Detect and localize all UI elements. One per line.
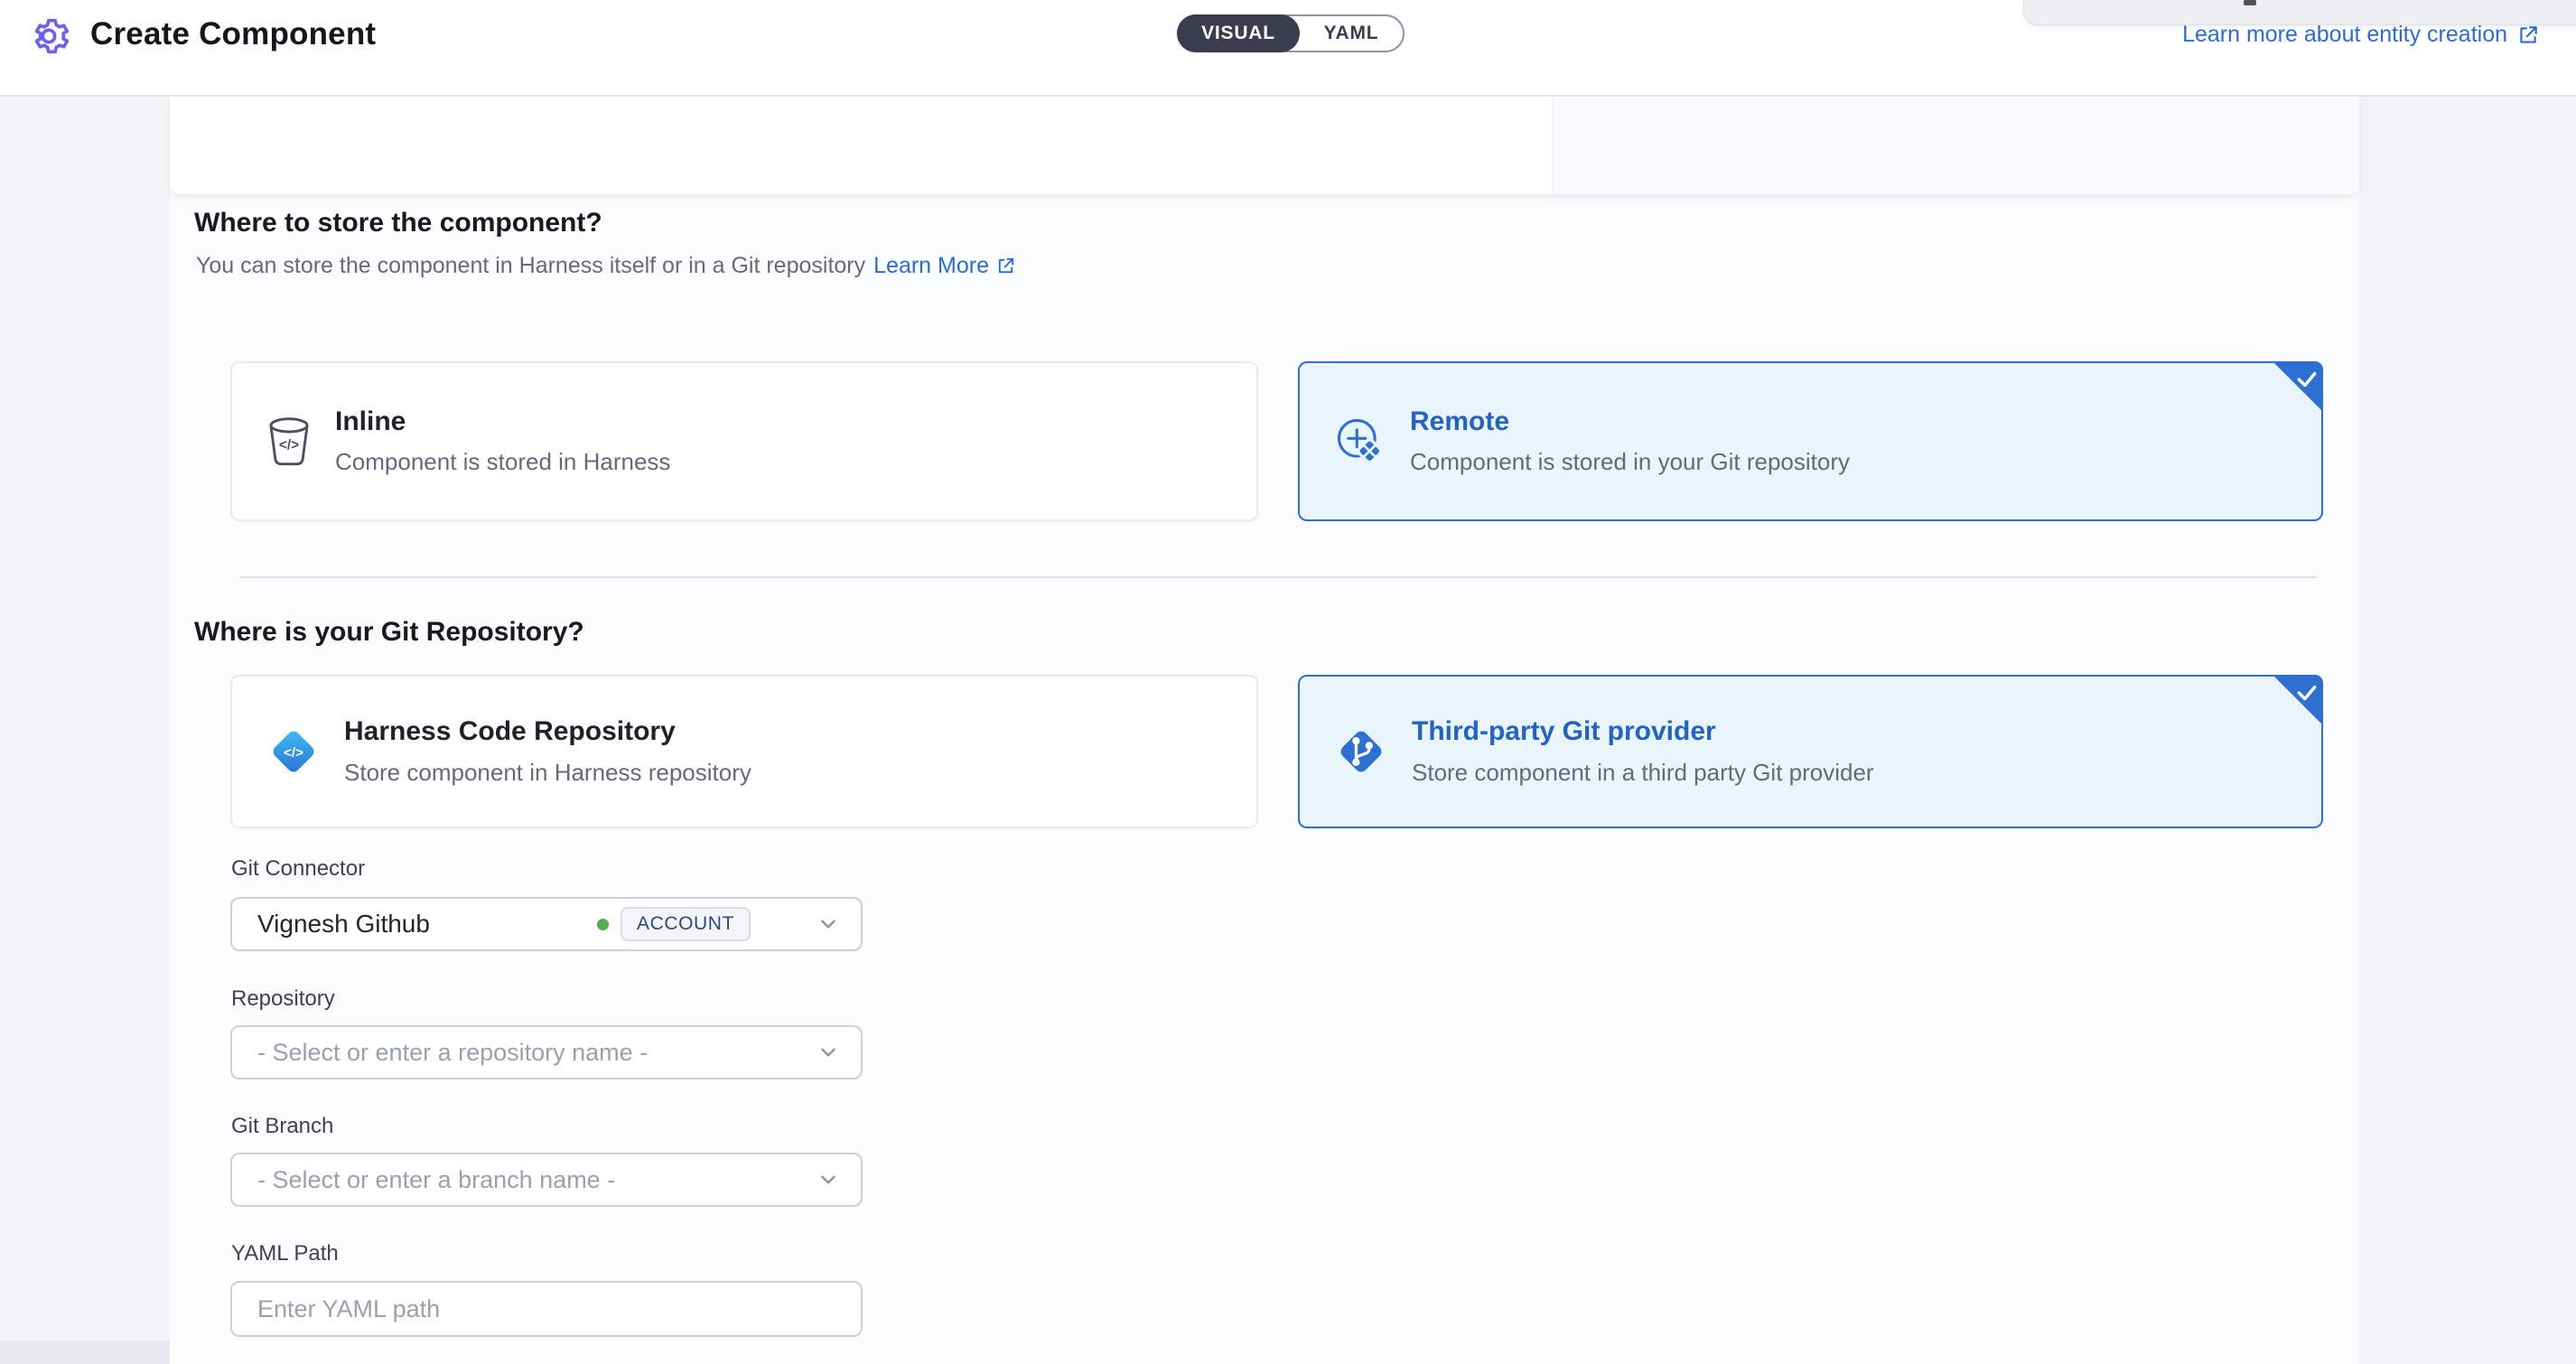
selected-check-icon: [2273, 675, 2323, 725]
section-divider: [239, 576, 2317, 578]
card-title: Remote: [1410, 406, 1850, 438]
scrolled-panel-bottom: [170, 97, 2359, 194]
git-branch-placeholder: - Select or enter a branch name -: [257, 1166, 615, 1194]
page-title: Create Component: [90, 16, 376, 52]
connector-status-dot: [597, 919, 609, 930]
scrolled-panel-side-column: [1553, 97, 2359, 194]
database-code-icon: </>: [265, 416, 313, 468]
git-connector-select[interactable]: Vignesh Github ACCOUNT: [230, 897, 863, 951]
chevron-down-icon: [817, 1169, 839, 1191]
git-branch-label: Git Branch: [231, 1114, 333, 1139]
git-connector-label: Git Connector: [231, 856, 365, 882]
card-subtitle: Component is stored in your Git reposito…: [1410, 448, 1850, 476]
inline-option-card[interactable]: </> Inline Component is stored in Harnes…: [230, 361, 1258, 521]
scope-badge: ACCOUNT: [621, 907, 751, 941]
card-title: Third-party Git provider: [1412, 716, 1874, 748]
git-branch-select[interactable]: - Select or enter a branch name -: [230, 1153, 863, 1207]
yaml-path-label: YAML Path: [231, 1241, 339, 1266]
remote-option-card[interactable]: Remote Component is stored in your Git r…: [1298, 361, 2323, 521]
chevron-down-icon: [817, 1042, 839, 1063]
git-branch-diamond-icon: [1332, 723, 1390, 780]
svg-text:</>: </>: [284, 745, 303, 761]
third-party-git-provider-card[interactable]: Third-party Git provider Store component…: [1298, 675, 2323, 828]
store-section-description: You can store the component in Harness i…: [196, 253, 1016, 279]
popup-remnant-box: [2023, 0, 2576, 25]
card-title: Inline: [335, 406, 670, 438]
learn-more-link[interactable]: Learn More: [873, 253, 1016, 279]
popup-remnant-mark: [2244, 0, 2256, 5]
yaml-path-input[interactable]: [230, 1281, 863, 1337]
code-diamond-icon: </>: [265, 723, 322, 780]
repository-select[interactable]: - Select or enter a repository name -: [230, 1025, 863, 1079]
card-subtitle: Store component in a third party Git pro…: [1412, 759, 1874, 787]
card-title: Harness Code Repository: [344, 716, 751, 748]
git-connector-value: Vignesh Github: [257, 910, 430, 939]
harness-code-repository-card[interactable]: </> Harness Code Repository Store compon…: [230, 675, 1258, 828]
chevron-down-icon: [817, 913, 839, 935]
card-subtitle: Store component in Harness repository: [344, 759, 751, 787]
learn-more-entity-link[interactable]: Learn more about entity creation: [2182, 22, 2540, 48]
learn-more-entity-label: Learn more about entity creation: [2182, 22, 2507, 48]
store-section-heading: Where to store the component?: [194, 208, 602, 238]
selected-check-icon: [2273, 361, 2323, 412]
external-link-icon: [2516, 23, 2540, 47]
git-section-heading: Where is your Git Repository?: [194, 617, 584, 648]
toggle-option-yaml[interactable]: YAML: [1300, 16, 1403, 51]
gear-icon: [23, 11, 74, 61]
card-subtitle: Component is stored in Harness: [335, 448, 670, 476]
repository-placeholder: - Select or enter a repository name -: [257, 1039, 648, 1067]
store-section-description-text: You can store the component in Harness i…: [196, 253, 865, 279]
learn-more-label: Learn More: [873, 253, 989, 279]
toggle-option-visual[interactable]: VISUAL: [1177, 14, 1300, 52]
svg-text:</>: </>: [279, 437, 299, 453]
visual-yaml-toggle[interactable]: VISUAL YAML: [1177, 14, 1405, 52]
external-link-icon: [995, 256, 1016, 276]
repository-label: Repository: [231, 986, 335, 1012]
circle-plus-globe-icon: [1332, 414, 1388, 470]
page-background-edge: [0, 1341, 170, 1364]
